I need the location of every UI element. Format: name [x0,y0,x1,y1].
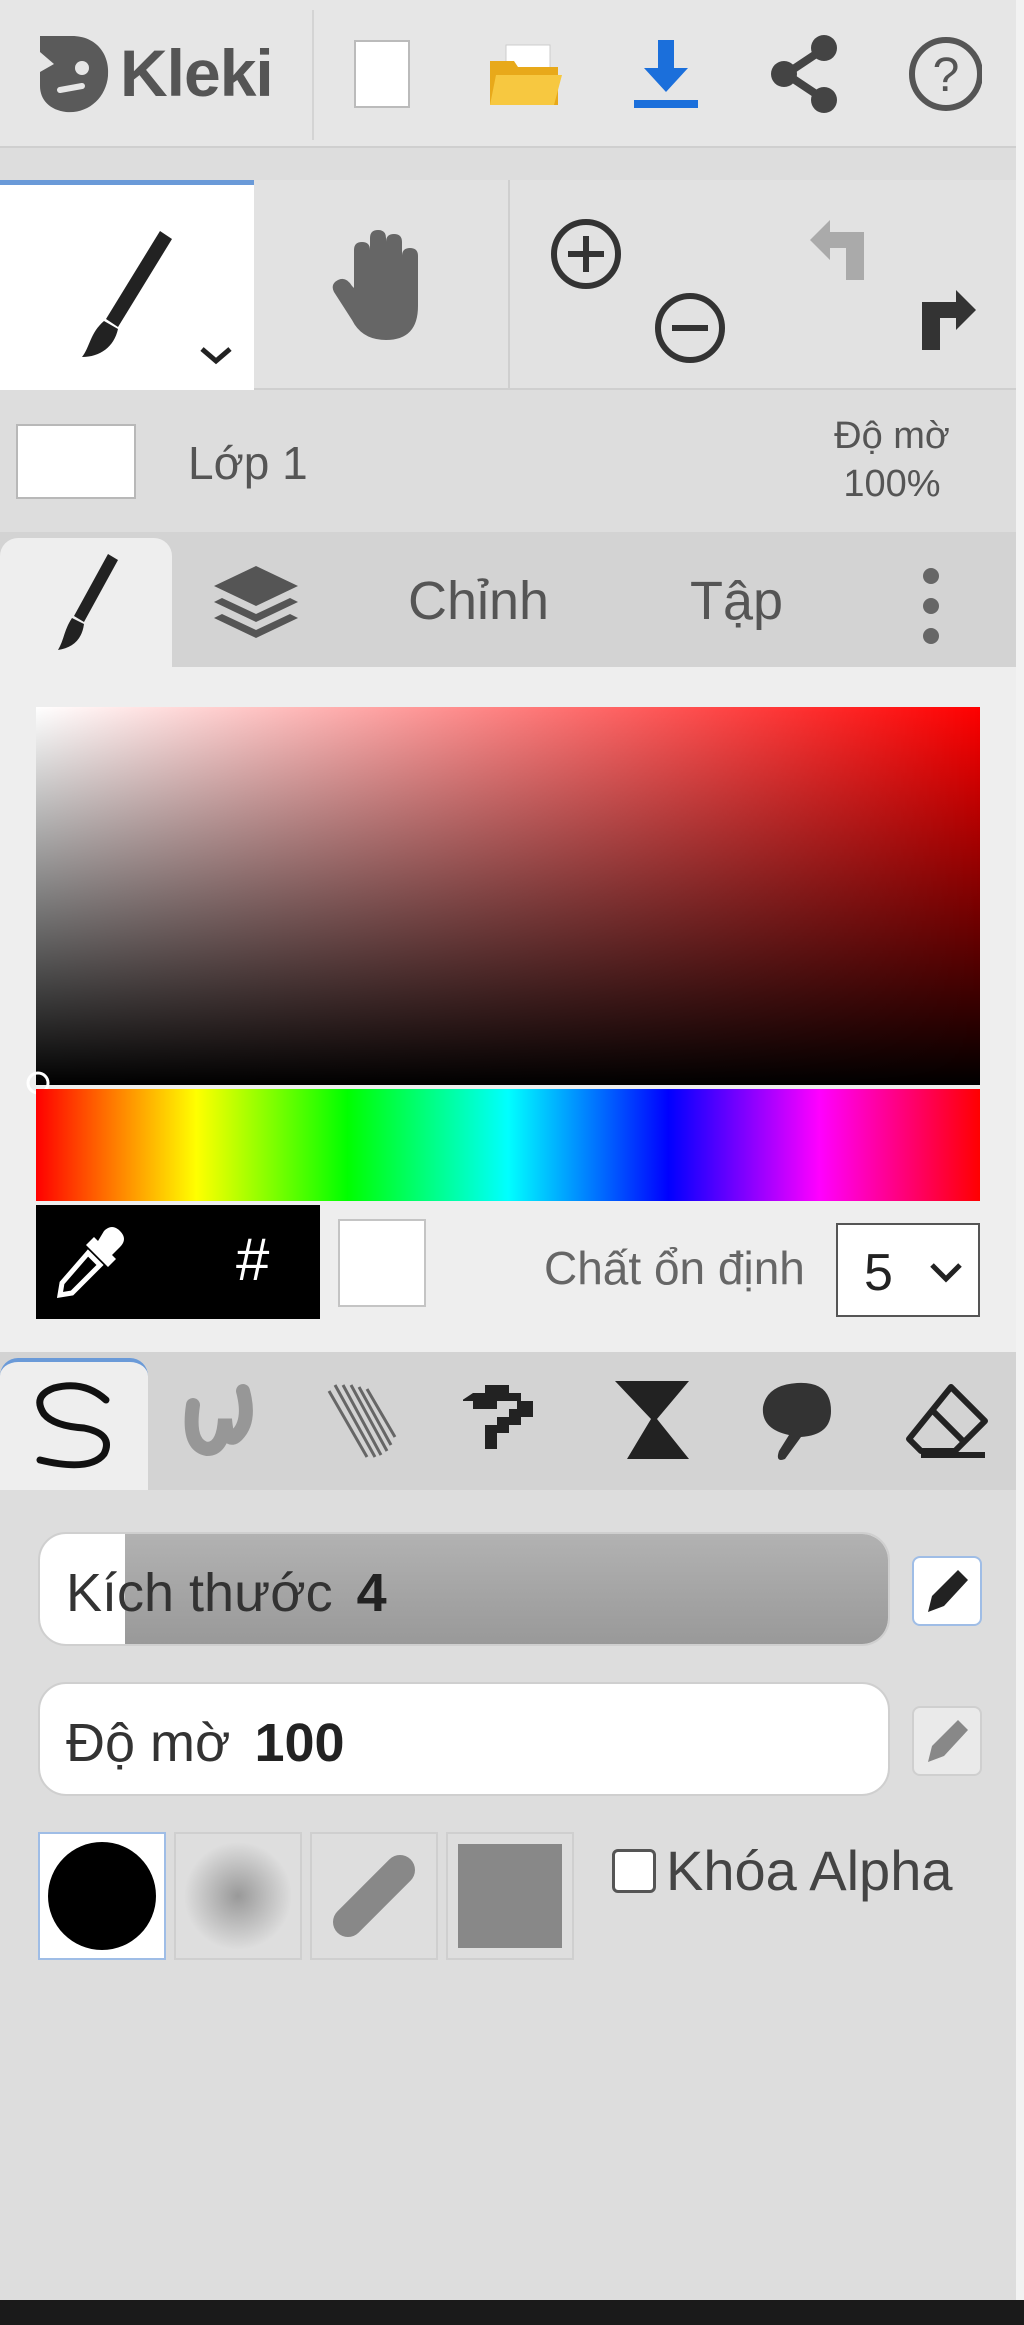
bottom-strip [0,2300,1024,2325]
tab-layers[interactable] [172,538,342,668]
tab-edit[interactable]: Chỉnh [408,570,549,632]
eraser-tab[interactable] [896,1370,996,1470]
capsule-shape-icon [333,1855,415,1937]
top-bar: Kleki ? [0,0,1016,148]
sketchy-brush-tab[interactable] [314,1370,414,1470]
pen-pressure-icon [928,1570,968,1612]
app-name: Kleki [120,36,274,110]
brush-pen-tab[interactable] [0,1358,148,1490]
size-pressure-toggle[interactable] [912,1556,982,1626]
lock-alpha-toggle[interactable]: Khóa Alpha [612,1838,952,1903]
pen-pressure-icon [928,1720,968,1762]
shape-capsule-button[interactable] [310,1832,438,1960]
size-slider[interactable]: Kích thước 4 [38,1532,890,1646]
color-tools: # [36,1205,320,1319]
chevron-down-icon[interactable] [196,343,236,367]
square-shape-icon [458,1844,562,1948]
zoom-in-button[interactable] [548,216,624,292]
stabilizer-select[interactable]: 5 [836,1223,980,1317]
hand-icon [332,230,418,340]
size-label: Kích thước [66,1563,333,1623]
divider [508,180,510,390]
layer-opacity-label: Độ mờ [834,415,950,457]
share-icon [771,35,837,113]
lock-alpha-label: Khóa Alpha [666,1839,953,1902]
new-file-icon [354,40,410,108]
opacity-slider[interactable]: Độ mờ 100 [38,1682,890,1796]
brush-type-tabs [0,1352,1016,1490]
open-file-button[interactable] [488,34,564,114]
shape-square-button[interactable] [446,1832,574,1960]
soft-circle-icon [184,1842,292,1950]
chevron-down-icon [930,1263,962,1283]
smudge-brush-tab[interactable] [746,1370,846,1470]
undo-button[interactable] [806,214,882,290]
redo-button[interactable] [904,284,980,360]
circle-shape-icon [48,1842,156,1950]
sketchy-brush-icon [327,1384,397,1458]
help-button[interactable]: ? [906,34,982,114]
hue-slider[interactable] [36,1089,980,1201]
blend-brush-icon [184,1384,253,1457]
size-slider-text: Kích thước 4 [66,1562,387,1624]
layer-thumbnail [16,424,136,499]
shape-soft-button[interactable] [174,1832,302,1960]
more-options-icon[interactable] [906,562,956,652]
opacity-slider-text: Độ mờ 100 [66,1712,345,1774]
shape-circle-button[interactable] [38,1832,166,1960]
saturation-value-picker[interactable] [26,707,980,1095]
brush-icon [82,231,172,357]
tab-file[interactable]: Tập [690,570,783,632]
brush-icon [58,554,118,650]
help-icon: ? [909,37,982,111]
opacity-label: Độ mờ [66,1713,231,1773]
layer-name: Lớp 1 [188,437,308,489]
fill-triangle-brush-tab[interactable] [602,1370,702,1470]
blend-brush-tab[interactable] [168,1370,268,1470]
share-button[interactable] [766,34,842,114]
color-panel: # Chất ổn định 5 [0,667,1016,1352]
panel-tabs: Chỉnh Tập [0,532,1016,668]
pixel-brush-icon [463,1385,533,1449]
size-value: 4 [356,1563,387,1623]
new-file-button[interactable] [344,34,420,114]
hand-tool-button[interactable] [254,180,508,390]
opacity-pressure-toggle[interactable] [912,1706,982,1776]
folder-open-icon [490,44,562,105]
layer-opacity-value: 100% [843,463,941,505]
window-edge [1016,0,1024,2325]
layer-opacity: Độ mờ 100% [812,412,972,508]
tool-row [0,180,1016,390]
eraser-icon [906,1384,988,1458]
hex-input-button[interactable]: # [236,1225,269,1294]
kleki-panel: Kleki ? Lớp 1 Độ mờ 100% Chỉnh Tập # Chấ… [0,0,1016,2300]
triangle-fill-icon [615,1381,689,1459]
kleki-logo[interactable]: Kleki [30,28,274,118]
smudge-brush-icon [762,1382,831,1460]
download-icon [634,40,698,108]
opacity-value: 100 [254,1713,345,1773]
tab-brush[interactable] [0,538,172,668]
stabilizer-label: Chất ổn định [544,1242,805,1294]
pixel-brush-tab[interactable] [458,1370,558,1470]
svg-text:?: ? [933,49,960,102]
current-color-swatch[interactable] [338,1219,426,1307]
zoom-out-button[interactable] [652,290,728,366]
pen-brush-icon [36,1382,110,1469]
eyedropper-button[interactable] [50,1223,130,1303]
download-button[interactable] [628,34,704,114]
stabilizer-value: 5 [864,1244,893,1302]
layer-row[interactable]: Lớp 1 Độ mờ 100% [0,392,1016,532]
layers-icon [214,566,298,638]
brush-tool-button[interactable] [0,180,254,390]
lock-alpha-checkbox[interactable] [612,1848,656,1893]
kleki-logo-icon [40,36,109,113]
divider [312,10,314,140]
